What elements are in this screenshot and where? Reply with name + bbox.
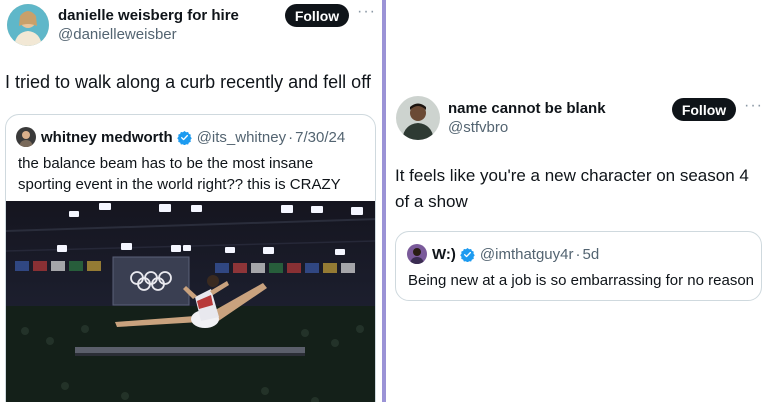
tweet-text: It feels like you're a new character on … bbox=[395, 163, 765, 215]
quote-text-line: sporting event in the world right?? this… bbox=[18, 176, 341, 193]
quote-text-line: the balance beam has to be the most insa… bbox=[18, 155, 314, 172]
quoted-tweet[interactable]: W:) @imthatguy4r · 5d Being new at a job… bbox=[395, 231, 762, 301]
quote-avatar-image bbox=[16, 127, 36, 147]
follow-button[interactable]: Follow bbox=[285, 4, 349, 27]
tweet-right: name cannot be blank @stfvbro Follow ···… bbox=[386, 0, 768, 402]
quote-author-name[interactable]: W:) bbox=[432, 246, 456, 263]
tweet-text: I tried to walk along a curb recently an… bbox=[5, 72, 371, 92]
quote-avatar[interactable] bbox=[407, 244, 427, 264]
quote-text: the balance beam has to be the most insa… bbox=[18, 153, 370, 195]
verified-badge-icon bbox=[176, 130, 192, 145]
author-name[interactable]: danielle weisberg for hire bbox=[58, 7, 239, 24]
quote-text: Being new at a job is so embarrassing fo… bbox=[408, 272, 755, 289]
tweet-left: danielle weisberg for hire @danielleweis… bbox=[0, 0, 382, 402]
separator-dot: · bbox=[288, 128, 294, 146]
quote-header: whitney medworth @its_whitney · 7/30/24 bbox=[16, 127, 345, 147]
quote-author-name[interactable]: whitney medworth bbox=[41, 129, 173, 146]
author-handle[interactable]: @stfvbro bbox=[448, 119, 508, 136]
quoted-tweet[interactable]: whitney medworth @its_whitney · 7/30/24 … bbox=[5, 114, 376, 402]
avatar-image bbox=[396, 96, 440, 140]
avatar[interactable] bbox=[396, 96, 440, 140]
author-handle[interactable]: @danielleweisber bbox=[58, 26, 177, 43]
quote-date[interactable]: 5d bbox=[583, 246, 600, 263]
quote-author-handle[interactable]: @imthatguy4r bbox=[480, 246, 574, 263]
quote-media[interactable] bbox=[6, 201, 375, 402]
more-options-icon[interactable]: ··· bbox=[744, 97, 763, 115]
quote-date[interactable]: 7/30/24 bbox=[295, 129, 345, 146]
author-name[interactable]: name cannot be blank bbox=[448, 100, 606, 117]
gymnast-balance-beam-photo-icon bbox=[6, 201, 375, 402]
separator-dot: · bbox=[575, 245, 581, 263]
avatar[interactable] bbox=[7, 4, 49, 46]
tweet-text-line: of a show bbox=[395, 192, 468, 211]
avatar-image bbox=[7, 4, 49, 46]
quote-author-handle[interactable]: @its_whitney bbox=[197, 129, 286, 146]
tweet-text-line: It feels like you're a new character on … bbox=[395, 166, 749, 185]
quote-avatar[interactable] bbox=[16, 127, 36, 147]
follow-button[interactable]: Follow bbox=[672, 98, 736, 121]
more-options-icon[interactable]: ··· bbox=[357, 3, 376, 21]
quote-avatar-image bbox=[407, 244, 427, 264]
quote-header: W:) @imthatguy4r · 5d bbox=[407, 244, 599, 264]
verified-badge-icon bbox=[460, 247, 475, 262]
